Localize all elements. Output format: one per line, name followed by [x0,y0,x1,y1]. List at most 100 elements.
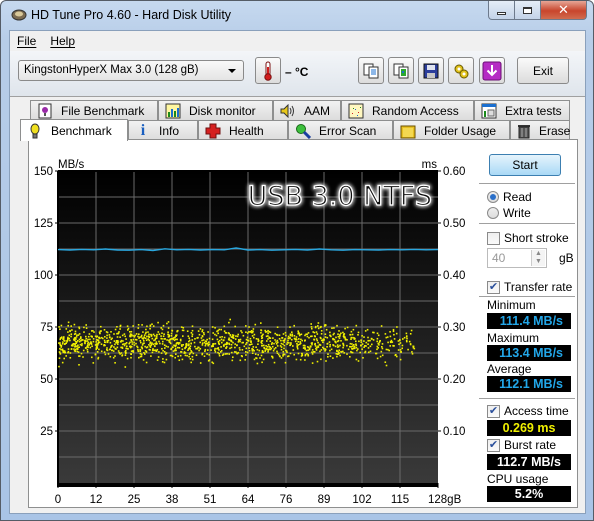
access-time-point [59,328,61,330]
access-time-point [248,349,251,352]
access-time-point [376,332,379,335]
access-time-point [384,333,387,335]
access-time-point [315,338,318,340]
access-time-point [239,349,241,351]
tab-erase[interactable]: Erase [510,120,570,140]
access-time-point [326,336,329,339]
drive-select-value: KingstonHyperX Max 3.0 (128 gB) [24,64,199,76]
access-time-point [230,340,233,343]
access-time-point [338,352,340,354]
access-time-point [323,339,325,341]
minimize-button[interactable] [488,1,515,20]
access-time-point [170,335,173,337]
short-stroke-size-input[interactable]: 40 ▲ ▼ [487,248,547,268]
app-disk-icon [11,9,27,21]
access-time-point [158,333,161,335]
access-time-point [317,322,320,324]
copy-screenshot-button[interactable] [388,57,414,84]
save-button[interactable] [418,57,444,84]
access-time-point [326,346,328,348]
start-button[interactable]: Start [489,154,561,176]
access-time-point [214,347,216,350]
maximize-button[interactable] [515,1,541,20]
tab-error-scan[interactable]: Error Scan [288,120,393,140]
access-time-point [145,339,148,341]
access-time-point [387,348,389,351]
access-time-point [325,360,327,362]
burst-rate-checkbox[interactable]: ✔ Burst rate [487,438,556,452]
short-stroke-checkbox[interactable]: Short stroke [487,231,569,245]
close-button[interactable]: ✕ [541,1,587,20]
access-time-point [269,331,272,334]
access-time-point [282,350,285,353]
access-time-point [408,340,411,343]
access-time-point [98,348,100,351]
temperature-button[interactable] [255,57,281,84]
access-time-point [216,338,219,341]
access-time-point [216,347,218,350]
access-time-point [352,336,354,339]
access-time-point [297,352,300,355]
access-time-point [312,331,314,333]
access-time-point [251,349,254,351]
access-time-point [276,334,279,336]
access-time-point [307,332,310,334]
access-time-point [58,326,60,328]
access-time-point [195,347,197,350]
write-radio[interactable]: Write [487,206,531,220]
access-time-point [197,330,200,332]
access-time-point [325,328,328,331]
access-time-point [178,347,181,349]
tab-random-access[interactable]: Random Access [341,100,474,120]
access-time-point [363,336,365,338]
access-time-point [238,339,240,342]
access-time-point [103,351,106,353]
tab-file-benchmark[interactable]: File Benchmark [30,100,158,120]
access-time-point [97,342,100,345]
access-time-point [223,336,226,339]
access-time-point [130,353,132,355]
access-time-point [396,326,398,328]
tab-disk-monitor[interactable]: Disk monitor [158,100,273,120]
exit-button[interactable]: Exit [517,57,569,84]
access-time-point [110,346,112,348]
drive-select[interactable]: KingstonHyperX Max 3.0 (128 gB) [18,60,244,81]
access-time-point [329,331,331,334]
access-time-point [306,352,308,355]
access-time-point [253,333,256,336]
tab-health[interactable]: Health [198,120,288,140]
access-time-point [89,346,92,349]
menu-help[interactable]: Help [43,31,82,51]
tab-info[interactable]: i Info [128,120,198,140]
tab-extra-tests[interactable]: Extra tests [474,100,570,120]
menu-file[interactable]: File [10,31,43,51]
y-right-unit-label: ms [422,159,438,171]
options-button[interactable] [448,57,474,84]
access-time-point [119,336,121,338]
access-time-point [409,333,412,335]
access-time-point [228,332,230,335]
copy-text-button[interactable] [358,57,384,84]
transfer-rate-checkbox[interactable]: ✔ Transfer rate [487,280,572,294]
tab-benchmark[interactable]: Benchmark [20,119,128,141]
access-time-point [376,357,379,360]
access-time-point [368,351,370,354]
title-bar[interactable]: HD Tune Pro 4.60 - Hard Disk Utility ✕ [1,1,593,29]
access-time-point [311,351,313,353]
access-time-point [167,336,170,338]
access-time-point [353,347,356,350]
menu-bar: File Help [10,31,585,51]
access-time-point [210,349,212,351]
access-time-point [85,335,87,338]
download-button[interactable] [479,57,505,84]
access-time-point [267,338,269,340]
access-time-checkbox[interactable]: ✔ Access time [487,404,569,418]
spinner-arrows-icon[interactable]: ▲ ▼ [531,250,545,266]
access-time-point [192,352,195,355]
access-time-point [278,338,281,340]
read-radio[interactable]: Read [487,190,532,204]
tab-folder-usage[interactable]: Folder Usage [393,120,510,140]
access-time-point [338,330,340,332]
tab-aam[interactable]: AAM [273,100,341,120]
access-time-point [350,351,353,354]
